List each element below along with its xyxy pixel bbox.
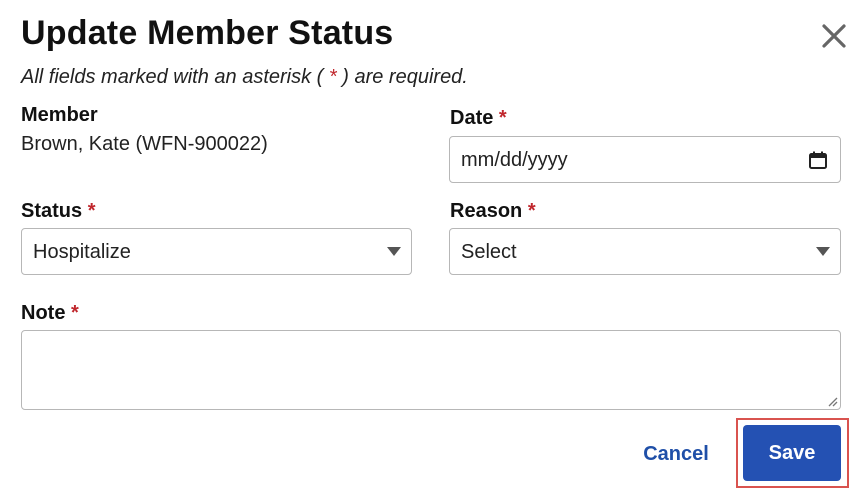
reason-select[interactable]: Select — [449, 228, 841, 275]
reason-label-text: Reason — [450, 200, 523, 222]
reason-required-asterisk: * — [527, 200, 536, 222]
cancel-button[interactable]: Cancel — [636, 436, 716, 472]
calendar-icon[interactable] — [808, 150, 828, 170]
status-select[interactable]: Hospitalize — [21, 228, 412, 275]
update-member-status-dialog: Update Member Status All fields marked w… — [0, 0, 863, 492]
note-textarea[interactable] — [21, 330, 841, 410]
date-placeholder: mm/dd/yyyy — [461, 149, 568, 171]
required-asterisk: * — [328, 66, 337, 88]
date-input[interactable]: mm/dd/yyyy — [449, 136, 841, 183]
reason-selected-value: Select — [461, 241, 517, 263]
required-note-suffix: ) are required. — [342, 66, 468, 88]
status-label-text: Status — [21, 200, 83, 222]
reason-label: Reason * — [450, 200, 536, 223]
note-label-text: Note — [21, 302, 66, 324]
status-selected-value: Hospitalize — [33, 241, 131, 263]
member-label: Member — [21, 104, 98, 126]
status-required-asterisk: * — [87, 200, 96, 222]
save-button[interactable]: Save — [743, 425, 841, 481]
close-button[interactable] — [818, 20, 850, 52]
member-value: Brown, Kate (WFN-900022) — [21, 133, 268, 155]
note-required-asterisk: * — [71, 302, 79, 324]
chevron-down-icon — [816, 247, 830, 256]
date-required-asterisk: * — [498, 107, 507, 129]
note-label: Note * — [21, 302, 79, 325]
date-label: Date * — [450, 107, 507, 130]
required-fields-note: All fields marked with an asterisk ( * )… — [21, 66, 468, 89]
resize-handle-icon[interactable] — [826, 395, 838, 407]
dialog-title: Update Member Status — [21, 14, 394, 52]
close-icon[interactable] — [818, 20, 850, 52]
chevron-down-icon — [387, 247, 401, 256]
date-label-text: Date — [450, 107, 494, 129]
required-note-prefix: All fields marked with an asterisk ( — [21, 66, 324, 88]
status-label: Status * — [21, 200, 95, 223]
